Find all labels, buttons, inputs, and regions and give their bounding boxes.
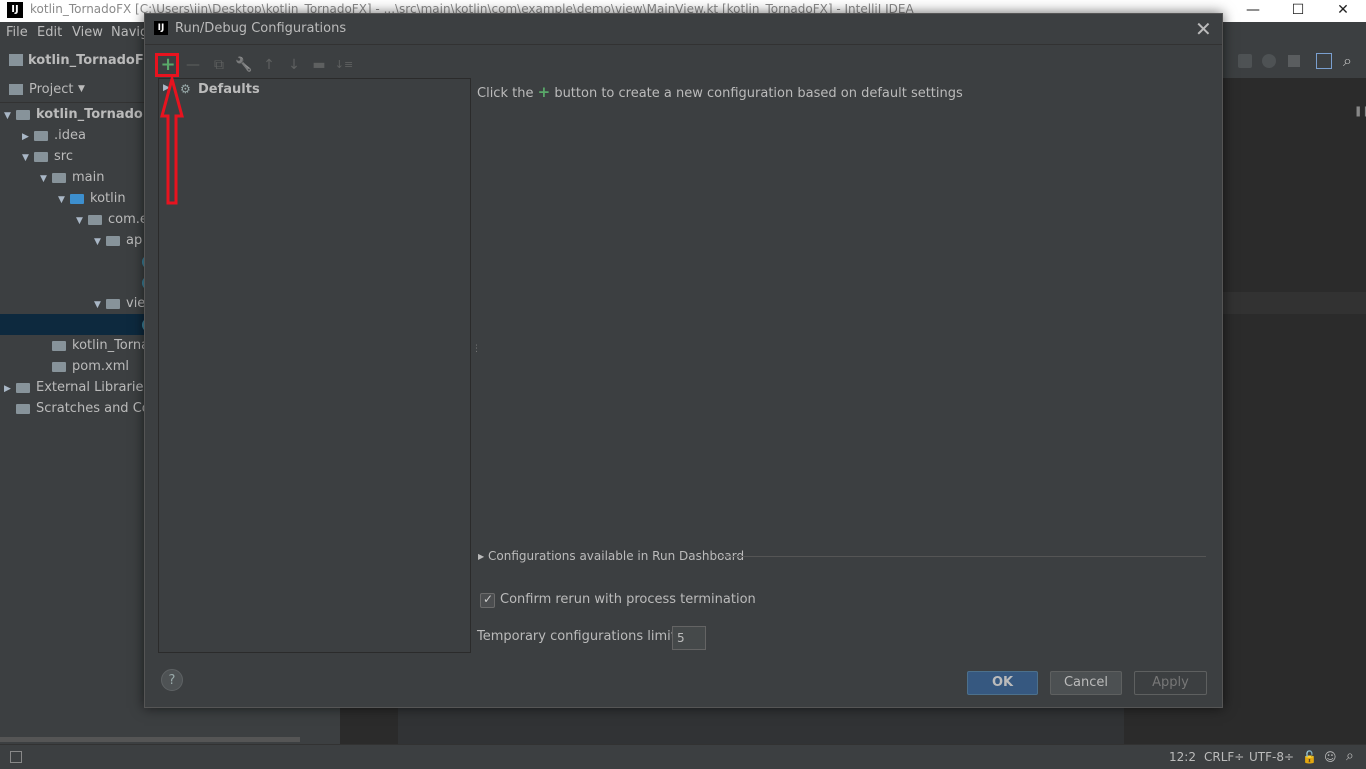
confirm-rerun-checkbox[interactable]: ✓ (480, 592, 495, 608)
apply-button[interactable]: Apply (1134, 671, 1207, 695)
dialog-title-bar: IJ Run/Debug Configurations ✕ (145, 14, 1222, 45)
expanded-arrow-icon[interactable]: ▼ (94, 295, 106, 316)
configurations-tree: ▶ ⚙ Defaults (158, 78, 471, 653)
hint-text: Click the + button to create a new confi… (477, 83, 963, 101)
hint-suffix: button to create a new configuration bas… (554, 86, 963, 101)
editor-bottom-area (398, 708, 1124, 744)
checkmark-icon: ✓ (483, 592, 494, 606)
package-icon (106, 235, 120, 246)
package-icon (88, 214, 102, 225)
search-icon[interactable]: ⌕ (1343, 51, 1352, 71)
cancel-button[interactable]: Cancel (1050, 671, 1122, 695)
defaults-node[interactable]: Defaults (198, 82, 260, 97)
tree-item-label: Scratches and Cor (36, 401, 156, 416)
annotation-highlight-box (155, 53, 179, 77)
ok-button[interactable]: OK (967, 671, 1038, 695)
temp-limit-input[interactable] (672, 626, 706, 650)
tree-item-label: src (54, 149, 73, 164)
expanded-arrow-icon[interactable]: ▼ (4, 106, 16, 127)
event-log-icon[interactable]: ⌕ (1346, 748, 1354, 764)
tree-item-label: ap (126, 233, 143, 248)
intellij-logo-icon: IJ (154, 21, 168, 35)
folder-icon (34, 130, 48, 141)
scratches-icon (16, 403, 30, 414)
remove-configuration-button[interactable]: — (182, 54, 204, 76)
collapsed-arrow-icon[interactable]: ▶ (4, 379, 16, 400)
folder-icon (34, 151, 48, 162)
project-view-selector[interactable]: Project (29, 82, 73, 97)
collapse-arrow-icon[interactable]: ▶ (478, 552, 484, 561)
tree-item-label: main (72, 170, 105, 185)
tree-item-label: External Libraries (36, 380, 151, 395)
help-button[interactable]: ? (161, 669, 183, 691)
iml-file-icon (52, 340, 66, 351)
blue-folder-icon (70, 193, 84, 204)
tree-item-label: pom.xml (72, 359, 129, 374)
tree-item-label: kotlin (90, 191, 126, 206)
hector-icon[interactable]: ☺ (1324, 750, 1337, 764)
expanded-arrow-icon[interactable]: ▼ (22, 148, 34, 169)
create-folder-button[interactable]: ▬ (308, 54, 330, 76)
maven-icon (52, 361, 66, 372)
tree-item-label: com.e (108, 212, 148, 227)
status-bar: 12:2 CRLF÷ UTF-8÷ 🔓 ☺ ⌕ (0, 737, 1366, 769)
dialog-close-button[interactable]: ✕ (1195, 17, 1212, 41)
tool-windows-icon[interactable] (10, 751, 22, 763)
folder-icon (52, 172, 66, 183)
intellij-logo-icon: IJ (7, 2, 23, 18)
package-icon (106, 298, 120, 309)
expanded-arrow-icon[interactable]: ▼ (76, 211, 88, 232)
menu-navigate[interactable]: Navig (111, 25, 148, 40)
pause-icon: ❚❚ (1354, 106, 1366, 117)
coverage-icon[interactable] (1262, 54, 1276, 68)
plus-icon: + (537, 83, 551, 101)
chevron-down-icon[interactable]: ▼ (78, 84, 85, 94)
libraries-icon (16, 382, 30, 393)
collapsed-arrow-icon[interactable]: ▶ (22, 127, 34, 148)
temp-limit-label: Temporary configurations limit: (477, 629, 681, 644)
copy-configuration-button[interactable]: ⧉ (208, 54, 230, 76)
splitter-handle-icon[interactable]: ⋮ (472, 344, 481, 354)
move-down-button[interactable]: ↓ (283, 54, 305, 76)
horizontal-scrollbar[interactable] (0, 737, 300, 742)
debug-icon[interactable] (1238, 54, 1252, 68)
module-icon (9, 54, 23, 66)
line-separator[interactable]: CRLF÷ (1204, 750, 1244, 764)
hint-prefix: Click the (477, 86, 534, 101)
tree-item-label: kotlin_TornadoFX (36, 107, 162, 122)
tree-item-label: vie (126, 296, 146, 311)
lock-icon[interactable]: 🔓 (1302, 750, 1317, 764)
stop-icon[interactable] (1288, 55, 1300, 67)
project-view-icon (9, 84, 23, 95)
expanded-arrow-icon[interactable]: ▼ (58, 190, 70, 211)
close-window-button[interactable]: ✕ (1320, 0, 1366, 22)
expanded-arrow-icon[interactable]: ▼ (40, 169, 52, 190)
maximize-button[interactable]: ☐ (1275, 0, 1321, 22)
run-debug-configurations-dialog: IJ Run/Debug Configurations ✕ + — ⧉ 🔧 ↑ … (144, 13, 1223, 708)
annotation-arrow-icon (160, 76, 184, 205)
caret-position[interactable]: 12:2 (1169, 750, 1196, 764)
module-icon (16, 109, 30, 120)
menu-file[interactable]: File (6, 25, 28, 40)
confirm-rerun-label[interactable]: Confirm rerun with process termination (500, 592, 756, 607)
menu-view[interactable]: View (72, 25, 103, 40)
menu-edit[interactable]: Edit (37, 25, 62, 40)
project-structure-icon[interactable] (1316, 53, 1332, 69)
minimize-button[interactable]: — (1230, 0, 1276, 22)
nav-project-name[interactable]: kotlin_TornadoFX (28, 53, 154, 68)
tree-item-label: .idea (54, 128, 86, 143)
divider (719, 556, 1206, 557)
move-up-button[interactable]: ↑ (258, 54, 280, 76)
dialog-title: Run/Debug Configurations (175, 21, 347, 36)
sort-configurations-button[interactable]: ↓≡ (333, 54, 355, 76)
run-dashboard-toggle[interactable]: Configurations available in Run Dashboar… (488, 549, 744, 563)
edit-defaults-button[interactable]: 🔧 (233, 54, 255, 76)
expanded-arrow-icon[interactable]: ▼ (94, 232, 106, 253)
file-encoding[interactable]: UTF-8÷ (1249, 750, 1294, 764)
